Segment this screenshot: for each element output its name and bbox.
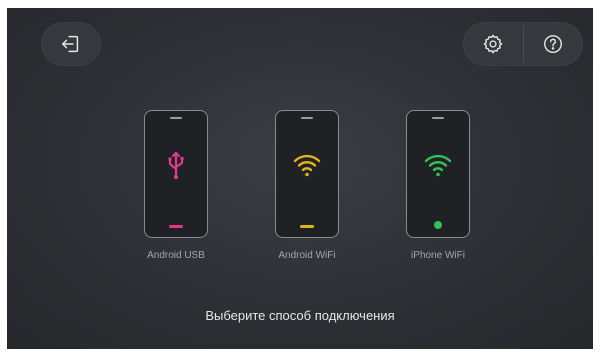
- home-button: [434, 221, 442, 229]
- device-label: Android USB: [147, 250, 205, 261]
- phone-speaker: [301, 117, 313, 119]
- connection-prompt: Выберите способ подключения: [205, 308, 395, 323]
- phone-frame: [144, 110, 208, 238]
- device-option-android-usb[interactable]: Android USB: [143, 110, 209, 261]
- usb-icon: [165, 151, 187, 181]
- device-option-android-wifi[interactable]: Android WiFi: [274, 110, 340, 261]
- phone-frame: [275, 110, 339, 238]
- home-indicator: [300, 225, 314, 228]
- phone-speaker: [170, 117, 182, 119]
- top-right-controls: [463, 22, 583, 66]
- help-button[interactable]: [524, 22, 584, 66]
- home-indicator: [169, 225, 183, 228]
- device-option-iphone-wifi[interactable]: iPhone WiFi: [405, 110, 471, 261]
- wifi-icon: [423, 151, 453, 179]
- settings-button[interactable]: [463, 22, 523, 66]
- phone-frame: [406, 110, 470, 238]
- exit-icon: [60, 33, 82, 55]
- exit-button[interactable]: [41, 22, 101, 66]
- device-label: Android WiFi: [278, 250, 336, 261]
- gear-icon: [482, 33, 504, 55]
- device-label: iPhone WiFi: [411, 250, 465, 261]
- car-screen: Android USB Android WiFi iPhone WiFi Выб…: [7, 8, 593, 349]
- wifi-icon: [292, 151, 322, 179]
- help-icon: [542, 33, 564, 55]
- phone-speaker: [432, 117, 444, 119]
